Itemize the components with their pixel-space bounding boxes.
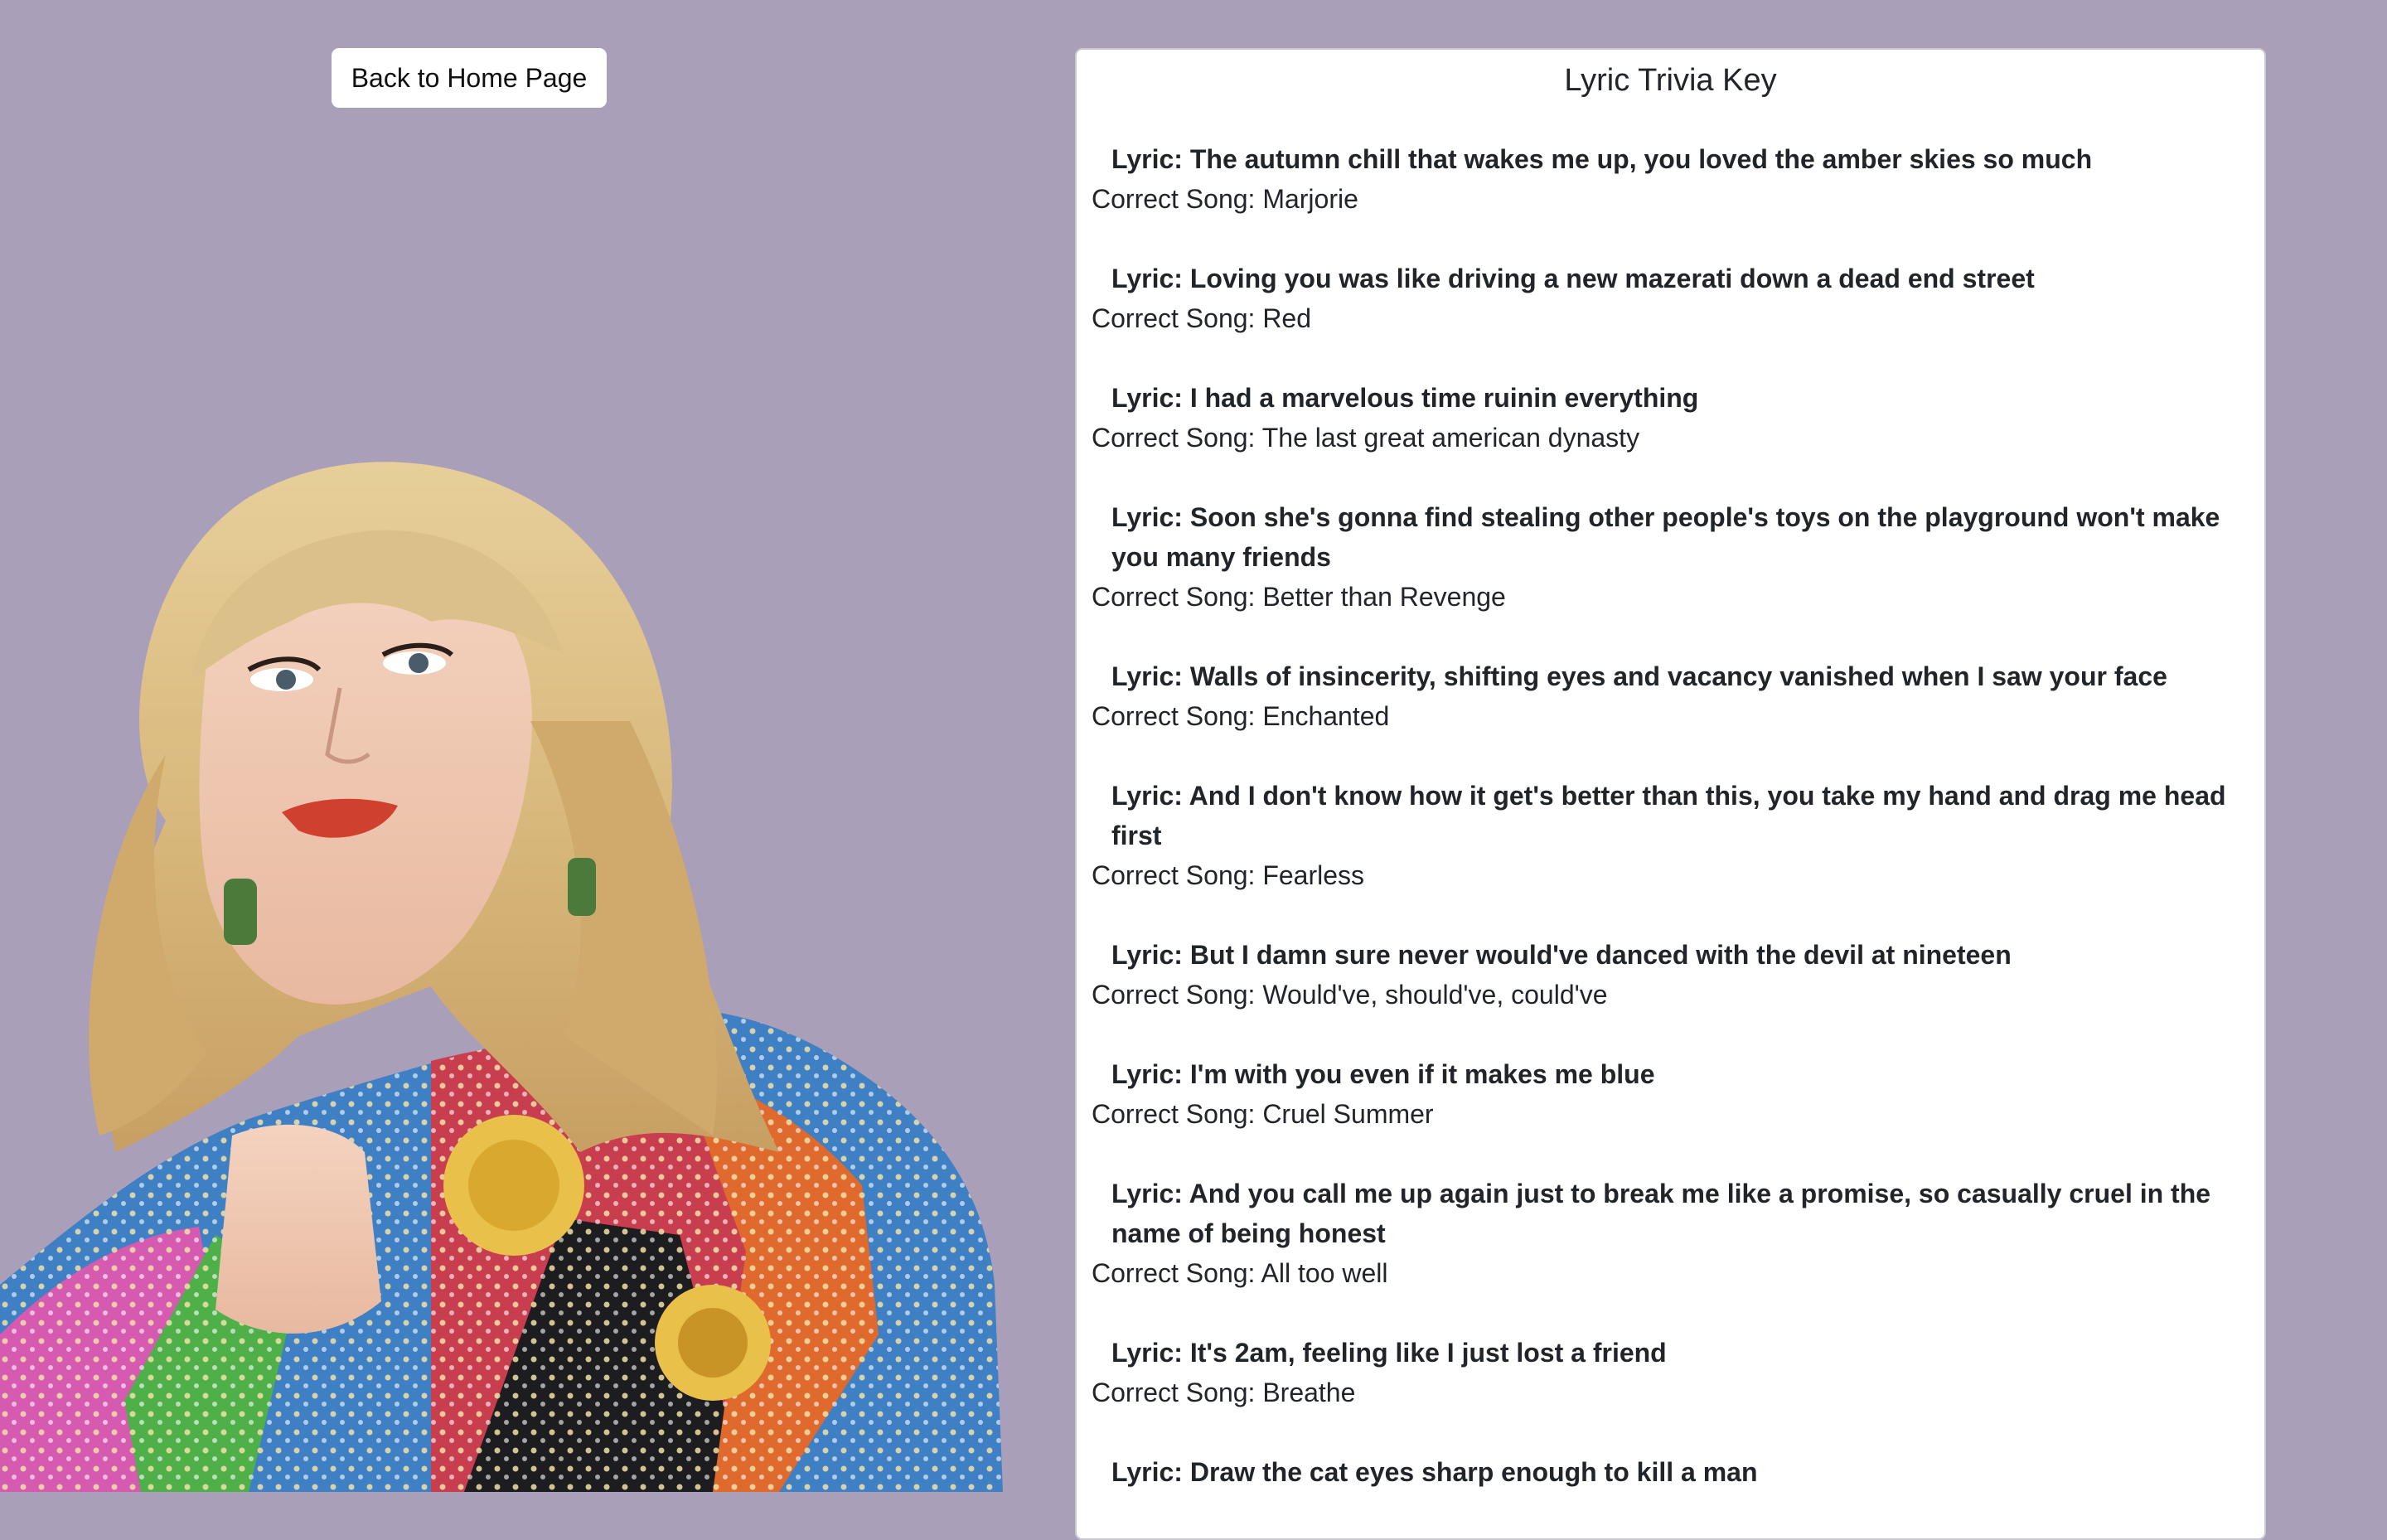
correct-song-text: Correct Song: Better than Revenge bbox=[1092, 582, 1506, 612]
correct-song-text: Correct Song: Breathe bbox=[1092, 1378, 1356, 1407]
lyric-text: Lyric: It's 2am, feeling like I just los… bbox=[1111, 1338, 1667, 1368]
lyric-text: Lyric: And you call me up again just to … bbox=[1111, 1179, 2211, 1248]
lyric-text: Lyric: Soon she's gonna find stealing ot… bbox=[1111, 502, 2220, 572]
lyric-entry: Lyric: I'm with you even if it makes me … bbox=[1092, 1054, 2252, 1134]
lyric-text: Lyric: Walls of insincerity, shifting ey… bbox=[1111, 661, 2167, 691]
lyric-entry: Lyric: And you call me up again just to … bbox=[1092, 1174, 2252, 1293]
correct-song-text: Correct Song: Would've, should've, could… bbox=[1092, 980, 1608, 1010]
portrait-photo bbox=[0, 462, 1003, 1492]
correct-song-text: Correct Song: Cruel Summer bbox=[1092, 1099, 1434, 1129]
lyric-entry: Lyric: Soon she's gonna find stealing ot… bbox=[1092, 497, 2252, 617]
lyric-text: Lyric: Draw the cat eyes sharp enough to… bbox=[1111, 1457, 1758, 1487]
lyric-entry: Lyric: Loving you was like driving a new… bbox=[1092, 259, 2252, 338]
lyric-text: Lyric: I'm with you even if it makes me … bbox=[1111, 1059, 1655, 1089]
lyric-text: Lyric: I had a marvelous time ruinin eve… bbox=[1111, 383, 1699, 413]
lyric-entry: Lyric: And I don't know how it get's bet… bbox=[1092, 776, 2252, 895]
lyric-text: Lyric: Loving you was like driving a new… bbox=[1111, 264, 2035, 293]
correct-song-text: Correct Song: All too well bbox=[1092, 1258, 1388, 1288]
correct-song-text: Correct Song: Enchanted bbox=[1092, 701, 1390, 731]
lyric-text: Lyric: But I damn sure never would've da… bbox=[1111, 940, 2012, 970]
correct-song-text: Correct Song: Fearless bbox=[1092, 860, 1365, 890]
lyric-entries-list: Lyric: The autumn chill that wakes me up… bbox=[1092, 139, 2252, 1532]
lyric-text: Lyric: And I don't know how it get's bet… bbox=[1111, 781, 2226, 850]
card-title: Lyric Trivia Key bbox=[1564, 63, 1777, 98]
correct-song-text: Correct Song: Red bbox=[1092, 303, 1312, 333]
lyric-entry: Lyric: I had a marvelous time ruinin eve… bbox=[1092, 378, 2252, 458]
lyric-entry: Lyric: Walls of insincerity, shifting ey… bbox=[1092, 656, 2252, 736]
lyric-text: Lyric: The autumn chill that wakes me up… bbox=[1111, 144, 2093, 174]
back-to-home-button[interactable]: Back to Home Page bbox=[332, 48, 607, 108]
correct-song-text: Correct Song: Marjorie bbox=[1092, 184, 1358, 214]
lyric-entry: Lyric: Draw the cat eyes sharp enough to… bbox=[1092, 1452, 2252, 1492]
lyric-entry: Lyric: But I damn sure never would've da… bbox=[1092, 935, 2252, 1015]
lyric-entry: Lyric: The autumn chill that wakes me up… bbox=[1092, 139, 2252, 219]
lyric-key-card: Lyric Trivia Key Lyric: The autumn chill… bbox=[1075, 48, 2266, 1540]
correct-song-text: Correct Song: The last great american dy… bbox=[1092, 423, 1640, 453]
lyric-entry: Lyric: It's 2am, feeling like I just los… bbox=[1092, 1333, 2252, 1412]
